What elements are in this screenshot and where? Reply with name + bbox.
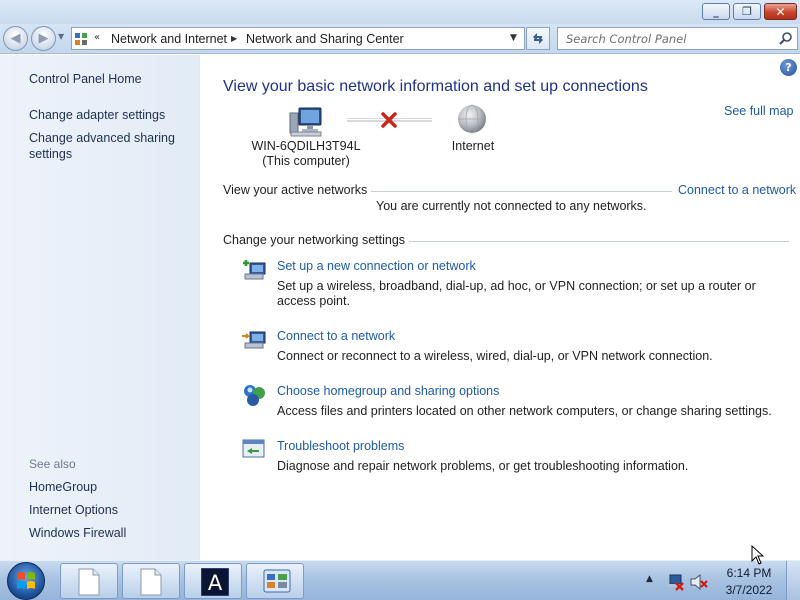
sidebar-item-control-panel-home[interactable]: Control Panel Home bbox=[29, 71, 189, 87]
address-bar[interactable]: « Network and Internet ▶ Network and Sha… bbox=[71, 27, 525, 50]
connect-to-network-task-link[interactable]: Connect to a network bbox=[277, 329, 395, 343]
taskbar-item-control-panel[interactable] bbox=[246, 563, 304, 599]
task-description: Set up a wireless, broadband, dial-up, a… bbox=[277, 279, 756, 308]
document-icon bbox=[78, 568, 100, 596]
see-full-map-link[interactable]: See full map bbox=[724, 104, 793, 118]
breadcrumb-network-and-internet[interactable]: Network and Internet bbox=[111, 32, 227, 46]
refresh-icon bbox=[533, 33, 543, 44]
app-a-letter: A bbox=[208, 571, 223, 595]
section-divider bbox=[367, 191, 672, 192]
disconnected-x-icon[interactable] bbox=[380, 111, 398, 129]
computer-name-label: WIN-6QDILH3T94L bbox=[251, 139, 361, 153]
sidebar-item-homegroup[interactable]: HomeGroup bbox=[29, 479, 189, 495]
connect-to-network-link[interactable]: Connect to a network bbox=[675, 183, 797, 197]
internet-globe-icon[interactable] bbox=[456, 104, 488, 136]
sidebar-item-internet-options[interactable]: Internet Options bbox=[29, 502, 189, 518]
new-connection-icon bbox=[243, 260, 266, 280]
show-hidden-icons-button[interactable]: ▲ bbox=[646, 574, 653, 584]
set-up-new-connection-link[interactable]: Set up a new connection or network bbox=[277, 259, 476, 273]
title-bar: _ ❐ ✕ bbox=[0, 0, 800, 24]
task-description: Connect or reconnect to a wireless, wire… bbox=[277, 349, 713, 363]
left-pane: Control Panel Home Change adapter settin… bbox=[0, 55, 200, 560]
sidebar-item-change-adapter-settings[interactable]: Change adapter settings bbox=[29, 107, 189, 123]
choose-homegroup-link[interactable]: Choose homegroup and sharing options bbox=[277, 384, 499, 398]
search-input[interactable] bbox=[558, 28, 770, 49]
this-computer-label: (This computer) bbox=[262, 154, 350, 168]
control-panel-icon bbox=[75, 33, 87, 45]
breadcrumb-network-and-sharing-center[interactable]: Network and Sharing Center bbox=[246, 32, 404, 46]
back-arrow-icon: ◀ bbox=[10, 31, 21, 46]
page-title: View your basic network information and … bbox=[223, 78, 648, 95]
computer-icon[interactable] bbox=[289, 105, 323, 137]
windows-logo-icon bbox=[17, 572, 35, 589]
navigation-bar: ◀ ▶ ▼ « Network and Internet ▶ Network a… bbox=[0, 24, 800, 54]
section-divider bbox=[403, 241, 789, 242]
close-button[interactable]: ✕ bbox=[764, 3, 797, 20]
sidebar-item-change-advanced-sharing-settings[interactable]: Change advanced sharing settings bbox=[29, 130, 189, 162]
taskbar: A ▲ 6:14 PM 3/7/2022 bbox=[0, 560, 800, 600]
minimize-icon: _ bbox=[713, 5, 719, 18]
minimize-button[interactable]: _ bbox=[702, 3, 730, 20]
connect-network-icon bbox=[242, 331, 266, 349]
maximize-button[interactable]: ❐ bbox=[733, 3, 761, 20]
forward-arrow-icon: ▶ bbox=[38, 31, 49, 46]
homegroup-icon bbox=[244, 385, 265, 406]
restore-icon: ❐ bbox=[742, 5, 752, 18]
search-box bbox=[557, 27, 798, 50]
troubleshoot-problems-link[interactable]: Troubleshoot problems bbox=[277, 439, 404, 453]
not-connected-message: You are currently not connected to any n… bbox=[376, 199, 647, 213]
mouse-cursor-icon bbox=[751, 545, 765, 565]
address-dropdown-icon[interactable]: ▼ bbox=[510, 33, 517, 43]
internet-label: Internet bbox=[451, 139, 495, 153]
sidebar-item-windows-firewall[interactable]: Windows Firewall bbox=[29, 525, 189, 541]
document-icon bbox=[140, 568, 162, 596]
troubleshoot-icon bbox=[242, 439, 265, 458]
forward-button[interactable]: ▶ bbox=[31, 26, 56, 51]
active-networks-heading: View your active networks bbox=[223, 183, 372, 197]
breadcrumb-overflow-icon[interactable]: « bbox=[94, 32, 100, 43]
volume-muted-icon[interactable] bbox=[690, 573, 708, 591]
help-icon[interactable]: ? bbox=[780, 59, 797, 76]
search-icon[interactable] bbox=[778, 31, 794, 47]
show-desktop-button[interactable] bbox=[786, 561, 800, 600]
control-panel-icon bbox=[263, 569, 291, 593]
start-button[interactable] bbox=[7, 562, 45, 600]
taskbar-item-notepad[interactable] bbox=[122, 563, 180, 599]
see-also-heading: See also bbox=[29, 457, 76, 471]
main-content: ? View your basic network information an… bbox=[201, 55, 800, 560]
close-icon: ✕ bbox=[775, 4, 786, 19]
network-status-icon[interactable] bbox=[667, 573, 685, 591]
recent-pages-button[interactable]: ▼ bbox=[58, 32, 64, 41]
refresh-button[interactable] bbox=[526, 27, 550, 50]
taskbar-item-app-a[interactable]: A bbox=[184, 563, 242, 599]
change-networking-settings-heading: Change your networking settings bbox=[223, 233, 410, 247]
breadcrumb-separator-icon[interactable]: ▶ bbox=[231, 34, 237, 43]
task-description: Diagnose and repair network problems, or… bbox=[277, 459, 689, 473]
taskbar-item-notepad[interactable] bbox=[60, 563, 118, 599]
task-description: Access files and printers located on oth… bbox=[277, 404, 772, 418]
app-a-icon: A bbox=[201, 568, 229, 596]
back-button[interactable]: ◀ bbox=[3, 26, 28, 51]
clock-date[interactable]: 3/7/2022 bbox=[716, 583, 782, 597]
clock-time[interactable]: 6:14 PM bbox=[716, 566, 782, 580]
